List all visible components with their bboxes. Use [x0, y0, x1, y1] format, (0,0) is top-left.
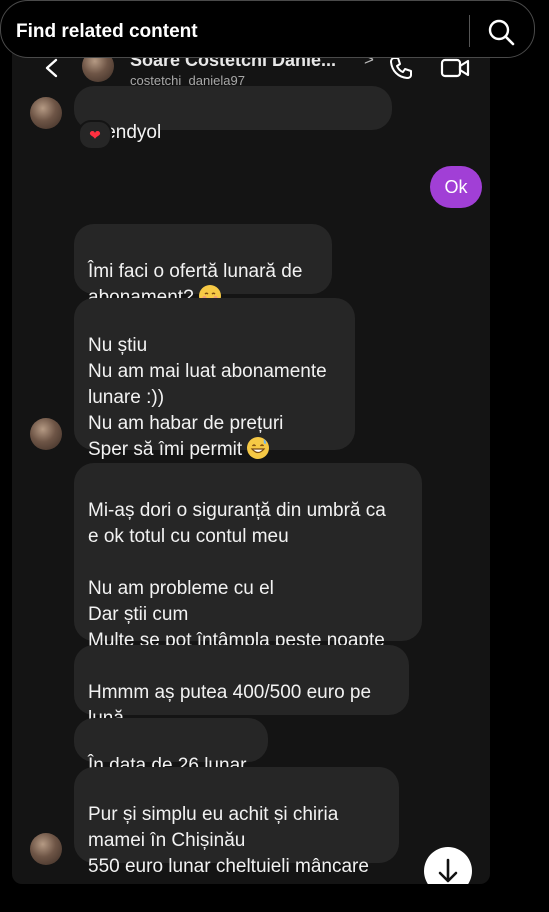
- sender-avatar[interactable]: [30, 833, 62, 865]
- arrow-down-icon: [438, 858, 458, 883]
- find-related-content-bar[interactable]: Find related content: [0, 0, 535, 58]
- message-bubble[interactable]: Trendyol: [74, 86, 392, 143]
- message-text: Nu știu Nu am mai luat abonamente lunare…: [88, 335, 327, 460]
- message-bubble[interactable]: Nu știu Nu am mai luat abonamente lunare…: [74, 298, 355, 460]
- message-bubble[interactable]: Hmmm aș putea 400/500 euro pe lună: [74, 645, 409, 729]
- sender-avatar[interactable]: [30, 97, 62, 129]
- grinning-sweat-face-icon: [247, 437, 270, 459]
- message-text: Ok: [444, 177, 468, 197]
- chat-window: Soare Costetchi Danie... > costetchi_dan…: [12, 40, 490, 884]
- message-text: Mi-aș dori o siguranță din umbră ca e ok…: [88, 500, 386, 651]
- message-bubble[interactable]: În data de 26 lunar: [74, 718, 268, 776]
- message-bubble[interactable]: Pur și simplu eu achit și chiria mamei î…: [74, 767, 399, 877]
- sender-avatar[interactable]: [30, 418, 62, 450]
- message-text: Pur și simplu eu achit și chiria mamei î…: [88, 804, 369, 877]
- video-call-icon[interactable]: [440, 56, 470, 80]
- message-bubble[interactable]: Mi-aș dori o siguranță din umbră ca e ok…: [74, 463, 422, 651]
- search-label: Find related content: [16, 21, 198, 42]
- back-icon[interactable]: [42, 58, 62, 78]
- message-bubble[interactable]: Îmi faci o ofertă lunară de abonament?: [74, 224, 332, 308]
- call-icon[interactable]: [388, 55, 414, 81]
- reaction-badge[interactable]: ❤: [78, 120, 112, 150]
- sent-message-bubble[interactable]: Ok: [430, 166, 482, 208]
- heart-icon: ❤: [89, 127, 101, 143]
- scroll-to-bottom-button[interactable]: [424, 847, 472, 884]
- search-divider: [469, 15, 470, 47]
- search-icon[interactable]: [487, 18, 515, 46]
